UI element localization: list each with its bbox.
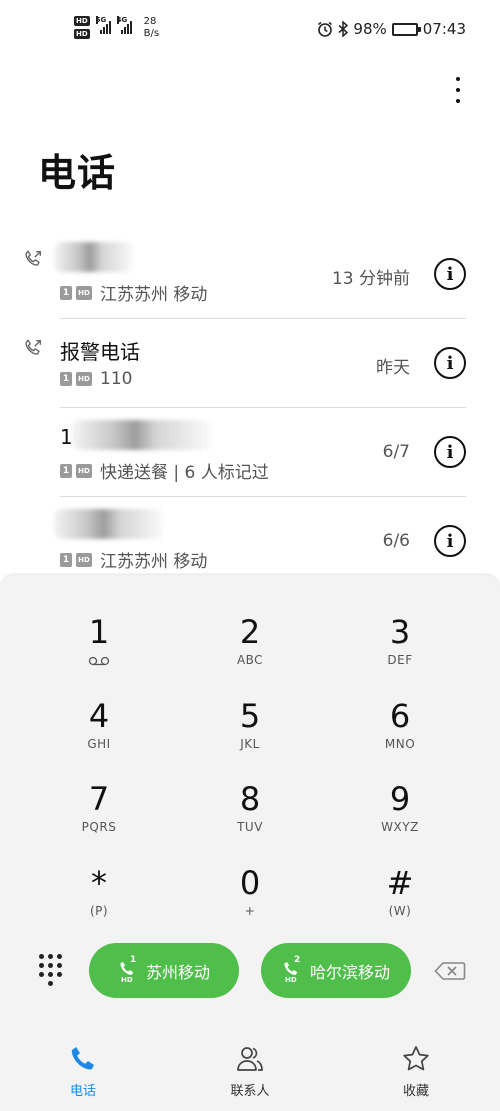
call-log-item[interactable]: 1 HD 江苏苏州 移动 13 分钟前 i [25,230,466,319]
call-log-item[interactable]: 1 1 HD 快递送餐 | 6 人标记过 6/7 i [60,408,466,497]
key-8[interactable]: 8 TUV [190,742,310,834]
hd-badge-sim2: HD [74,29,90,39]
more-options-button[interactable] [446,72,470,108]
hd-call-badge: HD [76,463,92,478]
contacts-icon [237,1047,263,1071]
key-0[interactable]: 0 + [190,826,310,918]
sim-badge: 1 [60,285,72,300]
nav-tab-favorites[interactable]: 收藏 [366,1044,466,1099]
volte-hd-badges: HD HD [74,16,90,39]
dialpad-toggle-icon[interactable] [36,954,64,986]
phone-call-icon: 1 HD [120,954,137,984]
phone-number-blurred [72,420,212,450]
contact-name: 1 [60,425,73,449]
key-5[interactable]: 5 JKL [190,659,310,751]
signal-icon-sim1: 5G [95,16,111,34]
key-6[interactable]: 6 MNO [340,659,460,751]
signal-icon-sim2: 4G [116,16,132,34]
network-indicators: HD HD 5G 4G 28 B/s [74,16,159,40]
outgoing-call-icon [25,339,42,355]
status-bar: HD HD 5G 4G 28 B/s 98% 07:43 [0,0,500,60]
bottom-navigation: 电话 联系人 收藏 [0,1020,500,1111]
hd-call-badge: HD [76,372,92,386]
hd-call-badge: HD [76,285,92,300]
hd-badge-sim1: HD [74,16,90,26]
call-log-list[interactable]: 1 HD 江苏苏州 移动 13 分钟前 i 报警电话 1 HD 110 昨天 i… [0,230,500,586]
call-detail: 1 HD 快递送餐 | 6 人标记过 [60,458,269,483]
contact-name-blurred [54,242,134,272]
alarm-icon [318,21,333,37]
system-indicators: 98% 07:43 [317,20,466,38]
phone-call-icon: 2 HD [284,954,301,984]
backspace-icon[interactable] [434,961,466,981]
phone-icon [71,1047,94,1070]
info-icon[interactable]: i [434,258,466,290]
key-1[interactable]: 1 [39,575,159,666]
call-time: 昨天 [376,358,410,378]
info-icon[interactable]: i [434,436,466,468]
call-log-item[interactable]: 报警电话 1 HD 110 昨天 i [25,319,466,408]
call-button-label: 哈尔滨移动 [309,962,390,982]
call-button-sim1[interactable]: 1 HD 苏州移动 [89,943,239,998]
call-detail: 1 HD 江苏苏州 移动 [60,280,207,305]
key-2[interactable]: 2 ABC [190,575,310,667]
info-icon[interactable]: i [434,525,466,557]
key-9[interactable]: 9 WXYZ [340,742,460,834]
call-time: 6/7 [382,442,410,462]
network-speed: 28 B/s [143,16,160,39]
key-star[interactable]: * (P) [39,826,159,918]
key-7[interactable]: 7 PQRS [39,742,159,834]
bluetooth-icon [338,21,349,37]
star-icon [403,1046,429,1071]
outgoing-call-icon [25,250,42,266]
clock: 07:43 [422,20,466,38]
battery-icon [391,22,421,36]
call-button-sim2[interactable]: 2 HD 哈尔滨移动 [261,943,411,998]
info-icon[interactable]: i [434,347,466,379]
dialpad: 1 2 ABC 3 DEF 4 GHI 5 JKL 6 MNO 7 PQRS 8 [0,575,500,1020]
call-time: 13 分钟前 [331,269,410,289]
call-log-item[interactable]: 1 HD 江苏苏州 移动 6/6 i [54,497,466,586]
call-location: 江苏苏州 移动 [100,285,208,305]
call-detail: 1 HD 江苏苏州 移动 [60,547,207,572]
hd-call-badge: HD [76,552,92,567]
call-time: 6/6 [382,531,410,551]
contact-name-blurred [54,509,164,539]
key-3[interactable]: 3 DEF [340,575,460,667]
key-hash[interactable]: # (W) [340,826,460,918]
key-4[interactable]: 4 GHI [39,659,159,751]
call-detail: 1 HD 110 [60,369,132,389]
sim-badge: 1 [60,463,72,478]
page-title: 电话 [38,151,117,195]
number-tag: 快递送餐 | 6 人标记过 [100,463,269,483]
battery-percent: 98% [353,20,387,38]
sim-badge: 1 [60,372,72,386]
call-button-label: 苏州移动 [145,962,210,982]
contact-name: 报警电话 [60,340,140,364]
call-location: 江苏苏州 移动 [100,552,208,572]
sim-badge: 1 [60,552,72,567]
nav-tab-contacts[interactable]: 联系人 [200,1044,300,1099]
nav-tab-phone[interactable]: 电话 [33,1044,133,1099]
phone-number: 110 [100,369,133,389]
